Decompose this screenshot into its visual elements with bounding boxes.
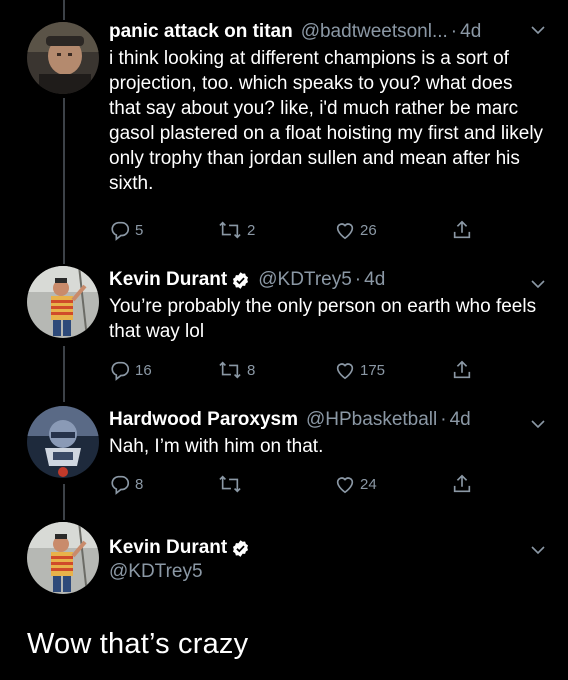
like-button[interactable]: 175	[334, 358, 385, 382]
main-tweet-text: Wow that’s crazy	[27, 628, 249, 660]
share-button[interactable]	[451, 472, 473, 496]
chevron-down-icon[interactable]	[530, 416, 546, 432]
timestamp[interactable]: 4d	[364, 268, 385, 292]
avatar[interactable]	[27, 406, 99, 478]
tweet-header: Kevin Durant @KDTrey5 · 4d	[109, 268, 546, 292]
tweet-actions: 16 8 175	[109, 358, 489, 382]
author-name[interactable]: panic attack on titan	[109, 20, 293, 44]
retweet-button[interactable]: 8	[217, 358, 255, 382]
author-handle[interactable]: @badtweetsonl...	[301, 20, 448, 44]
tweet-3[interactable]: Hardwood Paroxysm @HPbasketball · 4d Nah…	[0, 402, 568, 512]
timestamp[interactable]: 4d	[460, 20, 481, 44]
retweet-count: 2	[247, 221, 256, 239]
like-count: 26	[360, 221, 377, 239]
like-icon	[336, 223, 354, 240]
tweet-actions: 5 2 26	[109, 218, 489, 242]
like-count: 175	[360, 361, 386, 379]
author-handle[interactable]: @HPbasketball	[306, 408, 437, 432]
timestamp[interactable]: 4d	[450, 408, 471, 432]
like-button[interactable]: 26	[334, 218, 377, 242]
retweet-icon	[219, 475, 241, 493]
separator: ·	[354, 269, 362, 290]
avatar-image	[27, 22, 99, 94]
retweet-count: 8	[247, 361, 256, 379]
separator: ·	[450, 21, 458, 42]
share-button[interactable]	[451, 358, 473, 382]
avatar[interactable]	[27, 266, 99, 338]
tweet-header: Kevin Durant	[109, 536, 546, 560]
retweet-button[interactable]: 2	[217, 218, 255, 242]
avatar-image	[27, 406, 99, 478]
avatar[interactable]	[27, 22, 99, 94]
tweet-header: Hardwood Paroxysm @HPbasketball · 4d	[109, 408, 546, 432]
share-button[interactable]	[451, 218, 473, 242]
reply-count: 8	[135, 475, 144, 493]
avatar[interactable]	[27, 522, 99, 594]
reply-icon	[111, 221, 130, 241]
retweet-icon	[219, 361, 241, 379]
avatar-image	[27, 266, 99, 338]
reply-count: 16	[135, 361, 152, 379]
reply-button[interactable]: 5	[109, 218, 143, 242]
author-name[interactable]: Kevin Durant	[109, 536, 227, 560]
reply-count: 5	[135, 221, 144, 239]
verified-badge-icon	[233, 539, 249, 557]
reply-button[interactable]: 8	[109, 472, 143, 496]
verified-badge-icon	[233, 271, 249, 289]
retweet-icon	[219, 221, 241, 239]
like-button[interactable]: 24	[334, 472, 377, 496]
share-icon	[453, 474, 471, 493]
reply-icon	[111, 475, 130, 495]
tweet-text: Nah, I’m with him on that.	[109, 436, 324, 457]
like-icon	[336, 363, 354, 380]
tweet-text: You’re probably the only person on earth…	[109, 296, 537, 342]
chevron-down-icon[interactable]	[530, 22, 546, 38]
chevron-down-icon[interactable]	[530, 276, 546, 292]
like-count: 24	[360, 475, 377, 493]
author-handle[interactable]: @KDTrey5	[109, 560, 546, 584]
tweet-1[interactable]: panic attack on titan @badtweetsonl... ·…	[0, 0, 568, 260]
avatar-image	[27, 522, 99, 594]
tweet-text: i think looking at different champions i…	[109, 48, 544, 194]
author-name[interactable]: Hardwood Paroxysm	[109, 408, 298, 432]
share-icon	[453, 220, 471, 239]
separator: ·	[440, 409, 447, 430]
tweet-header: panic attack on titan @badtweetsonl... ·…	[109, 20, 546, 44]
author-handle[interactable]: @KDTrey5	[258, 268, 352, 292]
tweet-2[interactable]: Kevin Durant @KDTrey5 · 4d You’re probab…	[0, 262, 568, 392]
author-name[interactable]: Kevin Durant	[109, 268, 227, 292]
like-icon	[336, 477, 354, 494]
reply-icon	[111, 361, 130, 381]
reply-button[interactable]: 16	[109, 358, 152, 382]
tweet-actions: 8 24	[109, 472, 489, 496]
retweet-button[interactable]	[217, 472, 247, 496]
share-icon	[453, 360, 471, 379]
chevron-down-icon[interactable]	[530, 542, 546, 558]
